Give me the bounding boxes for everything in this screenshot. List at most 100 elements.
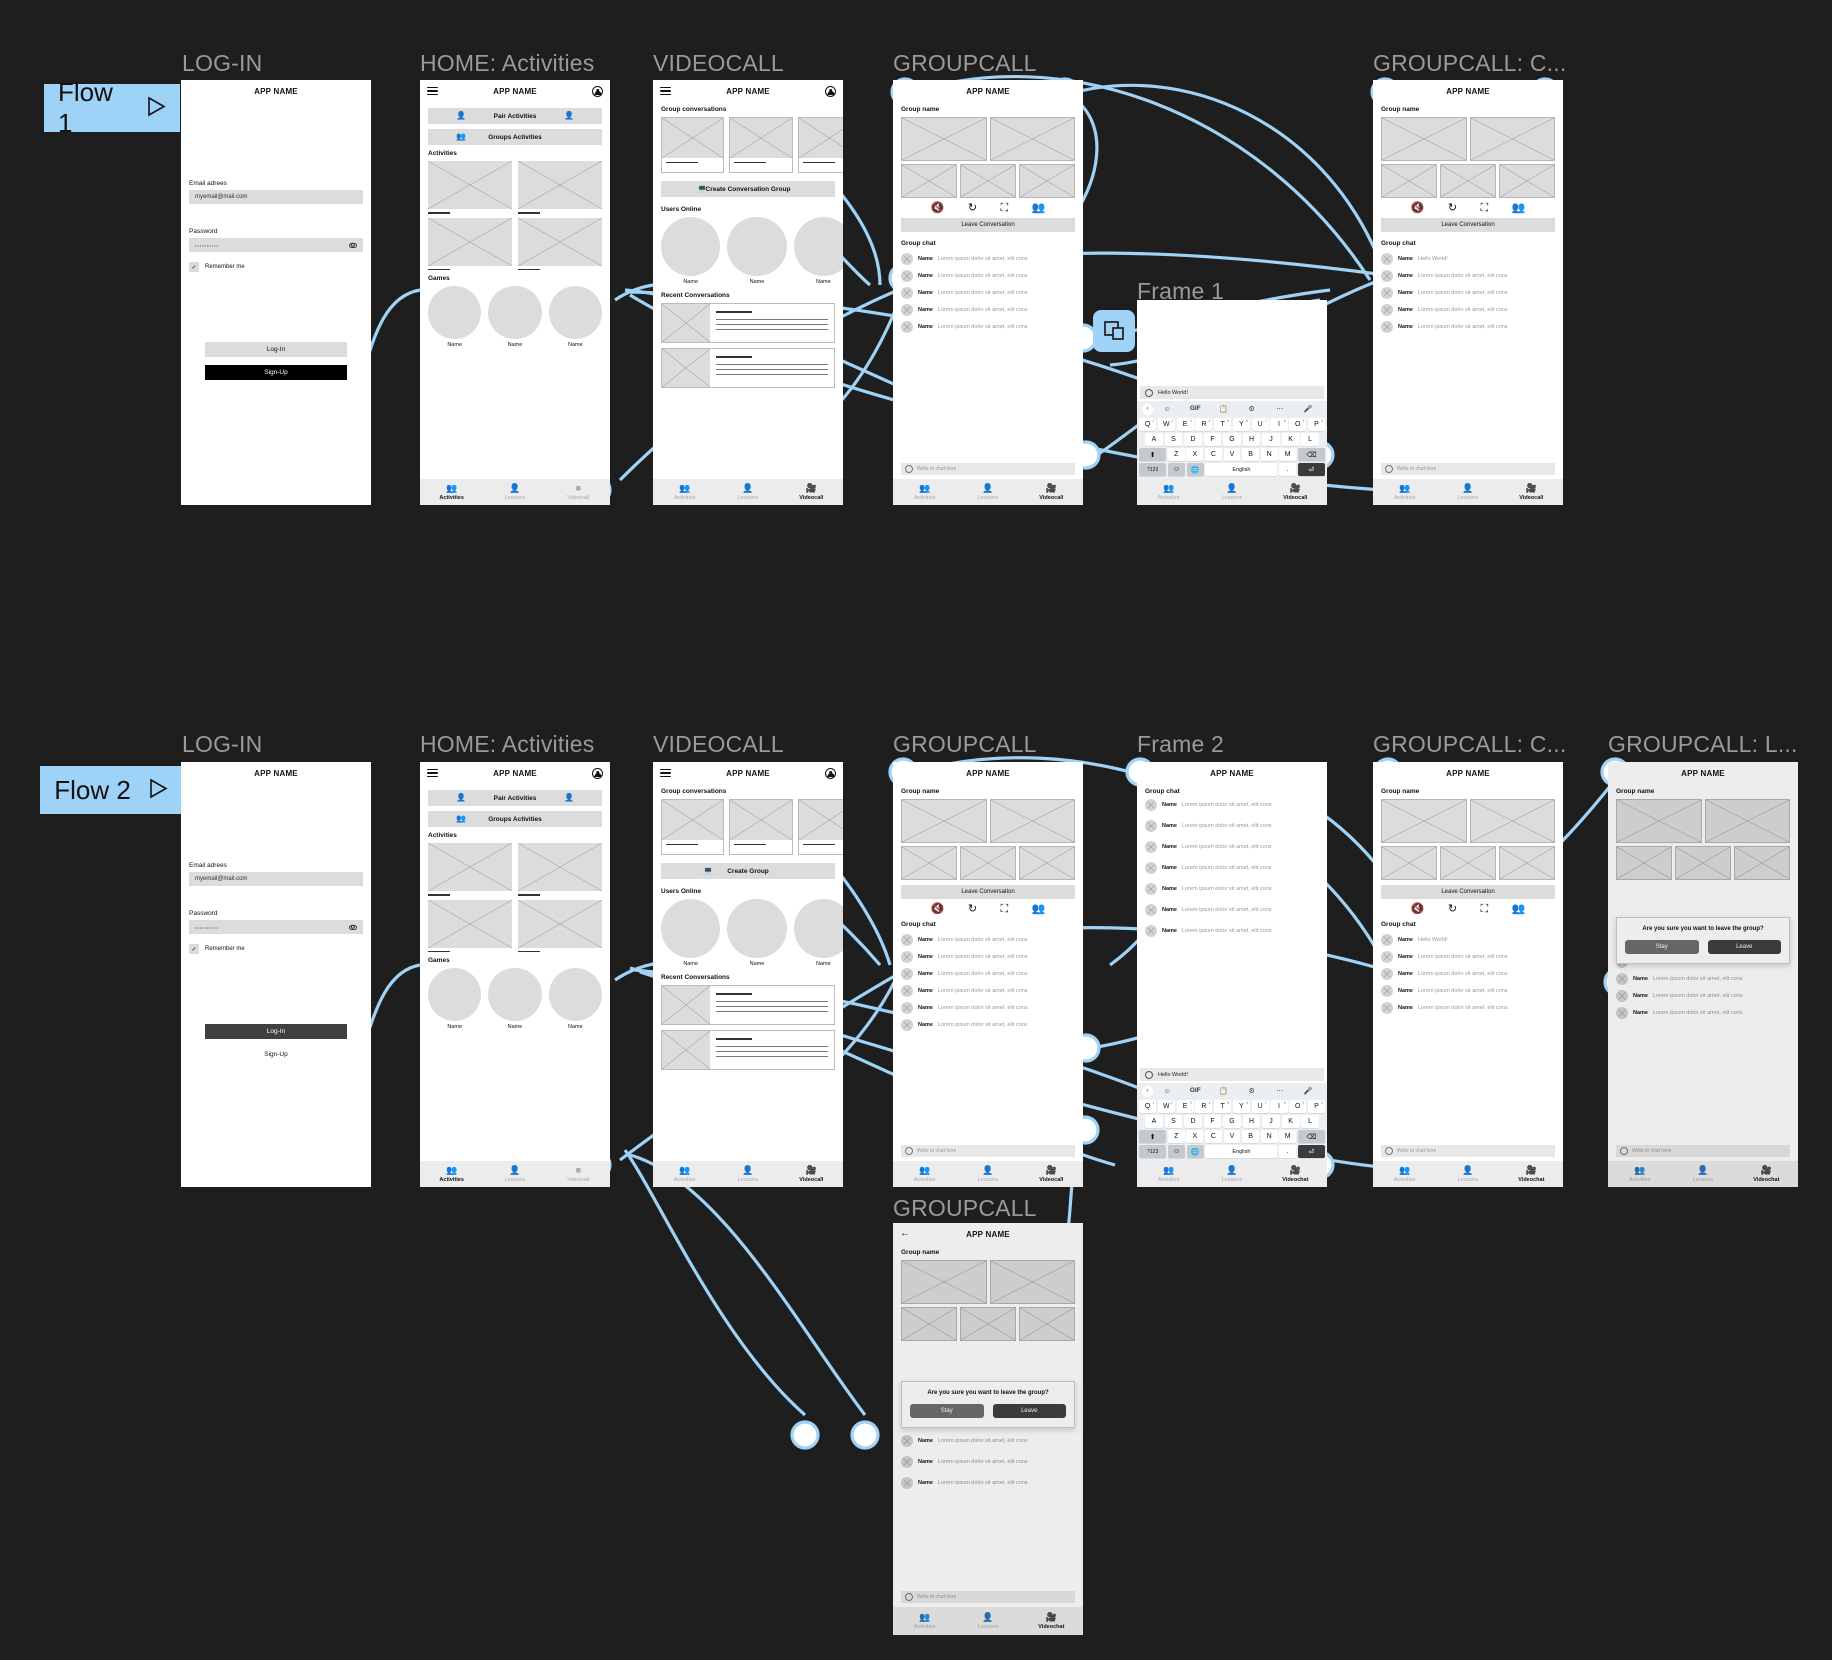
user-card[interactable]: Name bbox=[661, 899, 721, 967]
hamburger-menu-icon[interactable] bbox=[427, 768, 438, 778]
conversation-card[interactable] bbox=[797, 799, 843, 855]
key-U[interactable]: U7 bbox=[1251, 418, 1269, 431]
more-dots-icon[interactable]: ⋯ bbox=[1266, 406, 1294, 413]
activity-card[interactable] bbox=[428, 161, 512, 214]
nav-lessons[interactable]: 👤 Lessons bbox=[956, 483, 1019, 501]
flow-2-badge[interactable]: Flow 2 bbox=[40, 766, 182, 814]
recent-conversation-item[interactable] bbox=[661, 348, 835, 389]
conversation-card[interactable] bbox=[729, 117, 793, 173]
symbols-key[interactable]: ?123 bbox=[1139, 1145, 1167, 1158]
video-tile[interactable] bbox=[901, 1307, 957, 1341]
conversation-card[interactable] bbox=[797, 117, 843, 173]
shift-icon[interactable]: ⬆ bbox=[1139, 1130, 1167, 1143]
key-X[interactable]: X bbox=[1186, 1130, 1204, 1143]
back-arrow-icon[interactable]: ← bbox=[900, 1229, 910, 1239]
video-tile[interactable] bbox=[1469, 117, 1555, 161]
video-tile[interactable] bbox=[1019, 164, 1075, 198]
key-W[interactable]: W2 bbox=[1157, 418, 1175, 431]
keyboard-message-row[interactable]: Hello World! bbox=[1140, 386, 1324, 399]
user-card[interactable]: Name bbox=[793, 899, 843, 967]
nav-activities[interactable]: 👥 Activities bbox=[420, 1165, 483, 1183]
signup-button[interactable]: Sign-Up bbox=[205, 365, 347, 380]
leave-button[interactable]: Leave bbox=[992, 1404, 1066, 1418]
rotate-camera-icon[interactable]: ↻ bbox=[1448, 203, 1457, 214]
pair-activities-button[interactable]: 👤 Pair Activities 👤 bbox=[428, 790, 602, 806]
key-Y[interactable]: Y6 bbox=[1232, 418, 1250, 431]
nav-videochat[interactable]: 🎥 Videochat bbox=[1735, 1165, 1798, 1183]
nav-activities[interactable]: 👥 Activities bbox=[420, 483, 483, 501]
stay-button[interactable]: Stay bbox=[910, 1404, 984, 1418]
nav-lessons[interactable]: 👤 Lessons bbox=[956, 1165, 1019, 1183]
groups-activities-button[interactable]: 👥 Groups Activities bbox=[428, 129, 602, 145]
key-M[interactable]: M bbox=[1279, 1130, 1297, 1143]
nav-videocall[interactable]: 🎥 Videocall bbox=[1020, 1165, 1083, 1183]
video-tile[interactable] bbox=[1440, 164, 1496, 198]
space-key[interactable]: English bbox=[1205, 463, 1278, 476]
rotate-camera-icon[interactable]: ↻ bbox=[1448, 904, 1457, 915]
key-K[interactable]: K bbox=[1281, 1115, 1300, 1128]
create-conversation-group-button[interactable]: 💻 Create Conversation Group bbox=[661, 181, 835, 197]
email-field[interactable]: myemail@mail.com bbox=[189, 190, 363, 204]
key-L[interactable]: L bbox=[1301, 1115, 1320, 1128]
game-card[interactable]: Name bbox=[488, 968, 542, 1030]
key-D[interactable]: D bbox=[1184, 1115, 1202, 1128]
nav-lessons[interactable]: 👤 Lessons bbox=[1200, 1165, 1263, 1183]
key-Q[interactable]: Q1 bbox=[1138, 418, 1157, 431]
recent-conversation-item[interactable] bbox=[661, 985, 835, 1026]
rotate-camera-icon[interactable]: ↻ bbox=[968, 904, 977, 915]
video-off-icon[interactable]: ⛶ bbox=[1480, 203, 1488, 214]
nav-videocall[interactable]: 🎥 Videocall bbox=[1500, 483, 1563, 501]
video-tile[interactable] bbox=[1019, 1307, 1075, 1341]
key-I[interactable]: I8 bbox=[1270, 418, 1288, 431]
clipboard-icon[interactable]: 📋 bbox=[1209, 406, 1237, 413]
key-I[interactable]: I8 bbox=[1270, 1100, 1288, 1113]
key-G[interactable]: G bbox=[1223, 1115, 1241, 1128]
globe-icon[interactable]: 🌐 bbox=[1186, 463, 1204, 476]
video-tile[interactable] bbox=[1616, 799, 1702, 843]
key-L[interactable]: L bbox=[1301, 433, 1320, 446]
conversation-card[interactable] bbox=[661, 799, 725, 855]
video-tile[interactable] bbox=[960, 1307, 1016, 1341]
remember-me-row[interactable]: ✓ Remember me bbox=[189, 262, 363, 272]
activity-card[interactable] bbox=[518, 899, 602, 952]
video-tile[interactable] bbox=[1499, 846, 1555, 880]
nav-videocall[interactable]: ■ Videocall bbox=[547, 1165, 610, 1183]
avatar-icon[interactable] bbox=[592, 767, 603, 779]
space-key[interactable]: English bbox=[1205, 1145, 1278, 1158]
key-K[interactable]: K bbox=[1281, 433, 1300, 446]
video-tile[interactable] bbox=[1499, 164, 1555, 198]
password-field[interactable]: •••••••••• bbox=[189, 238, 363, 252]
flow-1-badge[interactable]: Flow 1 bbox=[44, 77, 180, 138]
symbols-key[interactable]: ?123 bbox=[1139, 463, 1167, 476]
enter-icon[interactable]: ⏎ bbox=[1297, 463, 1326, 476]
game-card[interactable]: Name bbox=[548, 968, 602, 1030]
chat-input[interactable]: Write to chat here bbox=[1616, 1145, 1790, 1157]
key-M[interactable]: M bbox=[1279, 448, 1297, 461]
key-B[interactable]: B bbox=[1242, 1130, 1260, 1143]
nav-activities[interactable]: 👥 Activities bbox=[893, 483, 956, 501]
gear-icon[interactable]: ⚙ bbox=[1238, 1088, 1266, 1095]
shift-icon[interactable]: ⬆ bbox=[1139, 448, 1167, 461]
hamburger-menu-icon[interactable] bbox=[427, 86, 438, 96]
leave-conversation-button[interactable]: Leave Conversation bbox=[1381, 218, 1555, 232]
microphone-icon[interactable]: 🎤 bbox=[1294, 406, 1322, 413]
key-C[interactable]: C bbox=[1204, 448, 1222, 461]
add-person-icon[interactable]: 👥 bbox=[1512, 904, 1526, 915]
key-D[interactable]: D bbox=[1184, 433, 1202, 446]
pair-activities-button[interactable]: 👤 Pair Activities 👤 bbox=[428, 108, 602, 124]
key-A[interactable]: A bbox=[1144, 1115, 1163, 1128]
activity-card[interactable] bbox=[518, 161, 602, 214]
signup-button[interactable]: Sign-Up bbox=[189, 1051, 363, 1058]
video-off-icon[interactable]: ⛶ bbox=[1000, 203, 1008, 214]
nav-lessons[interactable]: 👤 Lessons bbox=[1200, 483, 1263, 501]
activity-card[interactable] bbox=[428, 217, 512, 270]
nav-lessons[interactable]: 👤 Lessons bbox=[1436, 483, 1499, 501]
rotate-camera-icon[interactable]: ↻ bbox=[968, 203, 977, 214]
emoji-icon[interactable]: ☺ bbox=[1167, 1145, 1186, 1158]
mic-off-icon[interactable]: 🔇 bbox=[931, 203, 945, 214]
nav-activities[interactable]: 👥 Activities bbox=[1608, 1165, 1671, 1183]
video-tile[interactable] bbox=[989, 799, 1075, 843]
leave-conversation-button[interactable]: Leave Conversation bbox=[901, 885, 1075, 899]
nav-activities[interactable]: 👥 Activities bbox=[1373, 1165, 1436, 1183]
login-button[interactable]: Log-In bbox=[205, 342, 347, 357]
